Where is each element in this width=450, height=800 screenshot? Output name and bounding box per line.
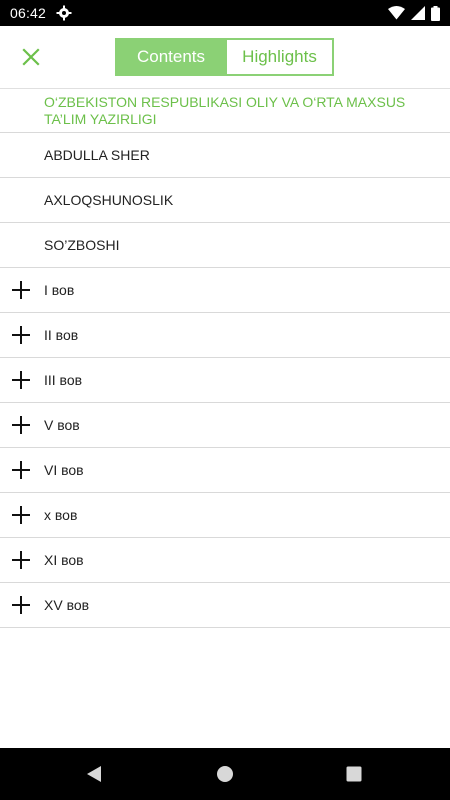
toc-item-label: II вов xyxy=(44,326,79,343)
status-time: 06:42 xyxy=(10,5,47,21)
wifi-icon xyxy=(388,6,405,20)
toc-item[interactable]: VI вов xyxy=(0,448,450,493)
toc-item[interactable]: AXLOQSHUNOSLIK xyxy=(0,178,450,223)
close-button[interactable] xyxy=(18,44,44,70)
toc-item-label: ABDULLA SHER xyxy=(44,146,150,163)
expand-plus-icon[interactable] xyxy=(12,326,30,344)
recents-icon xyxy=(346,766,362,782)
back-icon xyxy=(87,766,101,782)
toc-item-label: XI вов xyxy=(44,551,84,568)
toc-item[interactable]: II вов xyxy=(0,313,450,358)
toc-list: O‘ZBEKISTON RESPUBLIKASI OLIY VA O‘RTA M… xyxy=(0,88,450,628)
status-icons xyxy=(388,5,440,21)
expand-plus-icon[interactable] xyxy=(12,281,30,299)
toc-item[interactable]: O‘ZBEKISTON RESPUBLIKASI OLIY VA O‘RTA M… xyxy=(0,89,450,133)
toc-item-label: V вов xyxy=(44,416,80,433)
recents-button[interactable] xyxy=(324,748,384,800)
expand-plus-icon[interactable] xyxy=(12,461,30,479)
toc-item[interactable]: III вов xyxy=(0,358,450,403)
status-bar: 06:42 xyxy=(0,0,450,26)
toc-item-label: XV вов xyxy=(44,596,90,613)
close-icon xyxy=(22,48,40,66)
expand-plus-icon[interactable] xyxy=(12,551,30,569)
expand-plus-icon[interactable] xyxy=(12,371,30,389)
tab-switcher: Contents Highlights xyxy=(115,38,334,76)
toc-item[interactable]: SO’ZBOSHI xyxy=(0,223,450,268)
toc-item-label: O‘ZBEKISTON RESPUBLIKASI OLIY VA O‘RTA M… xyxy=(44,93,406,127)
toc-item[interactable]: V вов xyxy=(0,403,450,448)
toc-item-label: х вов xyxy=(44,506,78,523)
tab-highlights[interactable]: Highlights xyxy=(225,40,332,74)
toc-item-label: III вов xyxy=(44,371,83,388)
toc-item[interactable]: I вов xyxy=(0,268,450,313)
tab-contents[interactable]: Contents xyxy=(117,40,225,74)
toc-item-label: SO’ZBOSHI xyxy=(44,236,120,253)
home-button[interactable] xyxy=(195,748,255,800)
gear-icon xyxy=(56,5,72,21)
toc-item[interactable]: х вов xyxy=(0,493,450,538)
toc-item[interactable]: XV вов xyxy=(0,583,450,628)
toc-item-label: VI вов xyxy=(44,461,84,478)
toc-item-label: AXLOQSHUNOSLIK xyxy=(44,191,174,208)
signal-icon xyxy=(411,6,425,20)
home-icon xyxy=(217,766,233,782)
expand-plus-icon[interactable] xyxy=(12,596,30,614)
toolbar: Contents Highlights xyxy=(0,26,450,88)
toc-item[interactable]: XI вов xyxy=(0,538,450,583)
navigation-bar xyxy=(0,748,450,800)
expand-plus-icon[interactable] xyxy=(12,416,30,434)
back-button[interactable] xyxy=(64,748,124,800)
toc-item[interactable]: ABDULLA SHER xyxy=(0,133,450,178)
toc-item-label: I вов xyxy=(44,281,75,298)
battery-icon xyxy=(431,5,440,21)
expand-plus-icon[interactable] xyxy=(12,506,30,524)
